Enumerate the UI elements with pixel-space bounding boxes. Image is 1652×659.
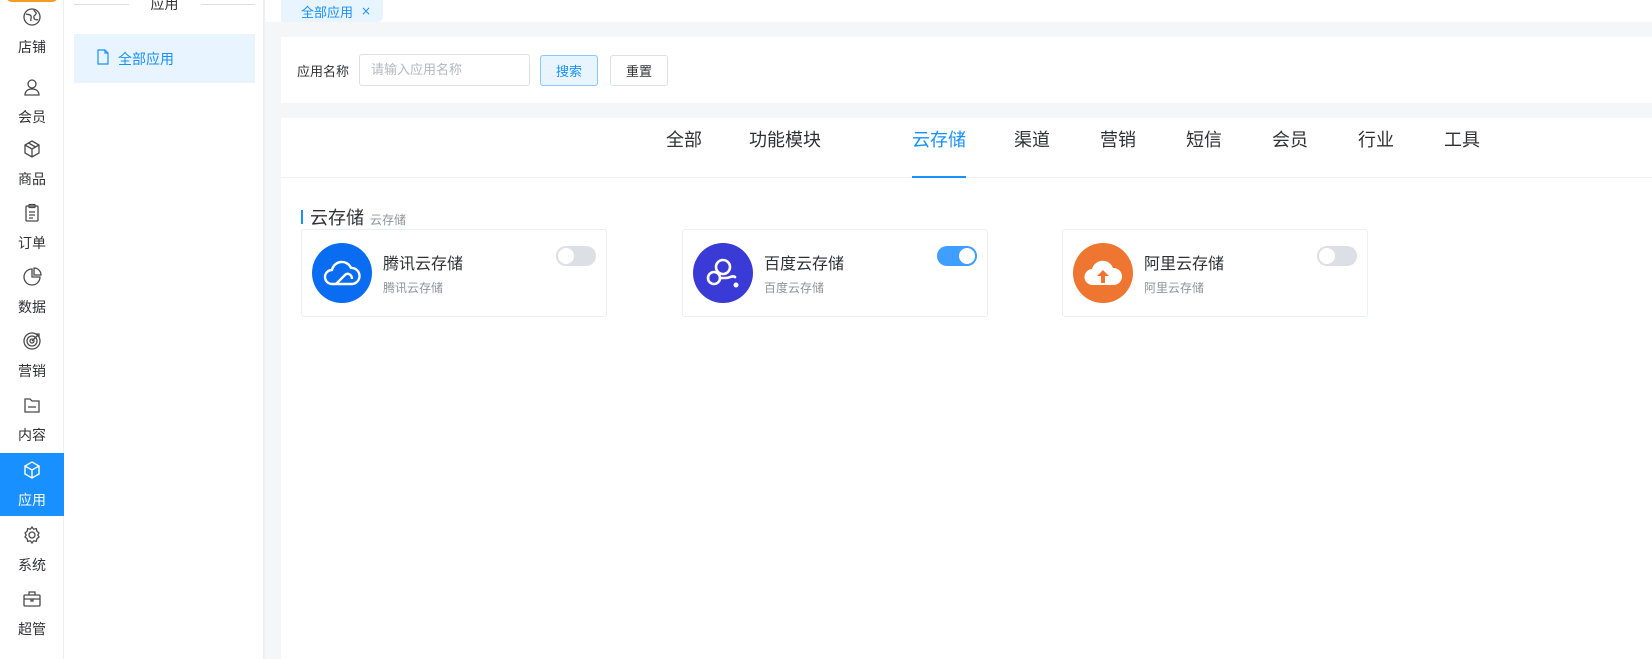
sub-menu: 应用 全部应用 xyxy=(64,0,265,659)
nav-item-superadmin[interactable]: 超管 xyxy=(0,582,64,645)
clipboard-icon xyxy=(22,203,42,227)
gear-icon xyxy=(22,525,42,549)
folder-icon xyxy=(22,395,42,419)
section-title: 云存储 xyxy=(310,208,364,229)
category-tab-marketing[interactable]: 营销 xyxy=(1100,118,1136,178)
nav-item-label: 会员 xyxy=(18,109,46,126)
tab-label: 全部应用 xyxy=(301,5,354,21)
submenu-item-label: 全部应用 xyxy=(118,51,174,68)
toggle-knob xyxy=(959,248,975,264)
nav-item-content[interactable]: 内容 xyxy=(0,388,64,451)
aliyun-upload-icon xyxy=(1073,243,1133,303)
category-tab-member[interactable]: 会员 xyxy=(1272,118,1308,178)
nav-item-goods[interactable]: 商品 xyxy=(0,132,64,195)
pie-chart-icon xyxy=(22,266,42,291)
app-list-panel: 全部 功能模块 云存储 渠道 营销 短信 会员 行业 工具 云存储 云存储 腾讯… xyxy=(281,118,1652,659)
toggle-knob xyxy=(1319,248,1335,264)
enable-toggle[interactable] xyxy=(937,246,977,266)
divider xyxy=(200,3,255,5)
baidu-cloud-icon xyxy=(693,243,753,303)
nav-item-store[interactable]: 店铺 xyxy=(0,0,64,63)
app-root: 店铺 会员 商品 订单 数据 营销 内容 应用 系统 超管 应用 全部应用 全部… xyxy=(0,0,1652,659)
app-name-label: 应用名称 xyxy=(297,64,350,80)
category-tab-sms[interactable]: 短信 xyxy=(1186,118,1222,178)
enable-toggle[interactable] xyxy=(1317,246,1357,266)
nav-item-apps[interactable]: 应用 xyxy=(0,453,64,516)
globe-icon xyxy=(22,7,42,31)
app-name: 百度云存储 xyxy=(764,254,845,273)
reset-button[interactable]: 重置 xyxy=(610,54,669,86)
category-tab-all[interactable]: 全部 xyxy=(666,118,702,178)
category-tab-industry[interactable]: 行业 xyxy=(1358,118,1394,178)
section-marker xyxy=(301,210,303,224)
category-tabs: 全部 功能模块 云存储 渠道 营销 短信 会员 行业 工具 xyxy=(281,118,1652,178)
cube-icon xyxy=(22,460,42,484)
nav-item-label: 应用 xyxy=(18,492,46,509)
toggle-knob xyxy=(558,248,574,264)
app-name: 阿里云存储 xyxy=(1144,254,1225,273)
enable-toggle[interactable] xyxy=(556,246,596,266)
app-name-input[interactable] xyxy=(359,54,531,86)
nav-item-orders[interactable]: 订单 xyxy=(0,196,64,259)
nav-item-label: 营销 xyxy=(18,363,46,380)
submenu-item-all-apps[interactable]: 全部应用 xyxy=(74,34,255,83)
box-icon xyxy=(22,139,42,163)
main-area: 全部应用 × 应用名称 搜索 重置 全部 功能模块 云存储 渠道 营销 短信 会… xyxy=(265,0,1652,659)
section-header: 云存储 云存储 xyxy=(301,204,406,230)
app-card-baidu[interactable]: 百度云存储 百度云存储 xyxy=(682,229,988,317)
app-card-tencent[interactable]: 腾讯云存储 腾讯云存储 xyxy=(301,229,607,317)
search-button[interactable]: 搜索 xyxy=(540,54,599,86)
submenu-title-text: 应用 xyxy=(150,0,179,13)
user-icon xyxy=(22,77,42,101)
nav-item-label: 数据 xyxy=(18,299,46,316)
nav-item-label: 系统 xyxy=(18,557,46,574)
nav-item-label: 超管 xyxy=(18,621,46,638)
category-tab-channel[interactable]: 渠道 xyxy=(1014,118,1050,178)
category-tab-tools[interactable]: 工具 xyxy=(1444,118,1480,178)
close-icon[interactable]: × xyxy=(361,4,371,18)
target-icon xyxy=(22,331,42,355)
nav-item-label: 订单 xyxy=(18,235,46,252)
file-icon xyxy=(96,48,110,69)
submenu-title: 应用 xyxy=(74,0,255,14)
app-card-aliyun[interactable]: 阿里云存储 阿里云存储 xyxy=(1062,229,1368,317)
main-nav: 店铺 会员 商品 订单 数据 营销 内容 应用 系统 超管 xyxy=(0,0,64,659)
app-name: 腾讯云存储 xyxy=(383,254,464,273)
search-form: 应用名称 搜索 重置 xyxy=(281,37,1652,103)
tab-bar: 全部应用 × xyxy=(265,0,1652,22)
category-tab-cloud-storage[interactable]: 云存储 xyxy=(912,118,966,178)
nav-item-system[interactable]: 系统 xyxy=(0,518,64,581)
nav-item-marketing[interactable]: 营销 xyxy=(0,324,64,387)
app-desc: 百度云存储 xyxy=(764,281,825,295)
nav-item-member[interactable]: 会员 xyxy=(0,70,64,133)
briefcase-icon xyxy=(22,589,42,613)
app-desc: 腾讯云存储 xyxy=(383,281,444,295)
section-subtitle: 云存储 xyxy=(370,213,407,227)
app-desc: 阿里云存储 xyxy=(1144,281,1205,295)
nav-item-label: 店铺 xyxy=(18,39,46,56)
tencent-cloud-icon xyxy=(312,243,372,303)
tab-all-apps[interactable]: 全部应用 × xyxy=(281,0,384,22)
nav-item-label: 内容 xyxy=(18,427,46,444)
nav-item-data[interactable]: 数据 xyxy=(0,260,64,323)
divider xyxy=(74,3,129,5)
category-tab-modules[interactable]: 功能模块 xyxy=(749,118,821,178)
nav-item-label: 商品 xyxy=(18,171,46,188)
